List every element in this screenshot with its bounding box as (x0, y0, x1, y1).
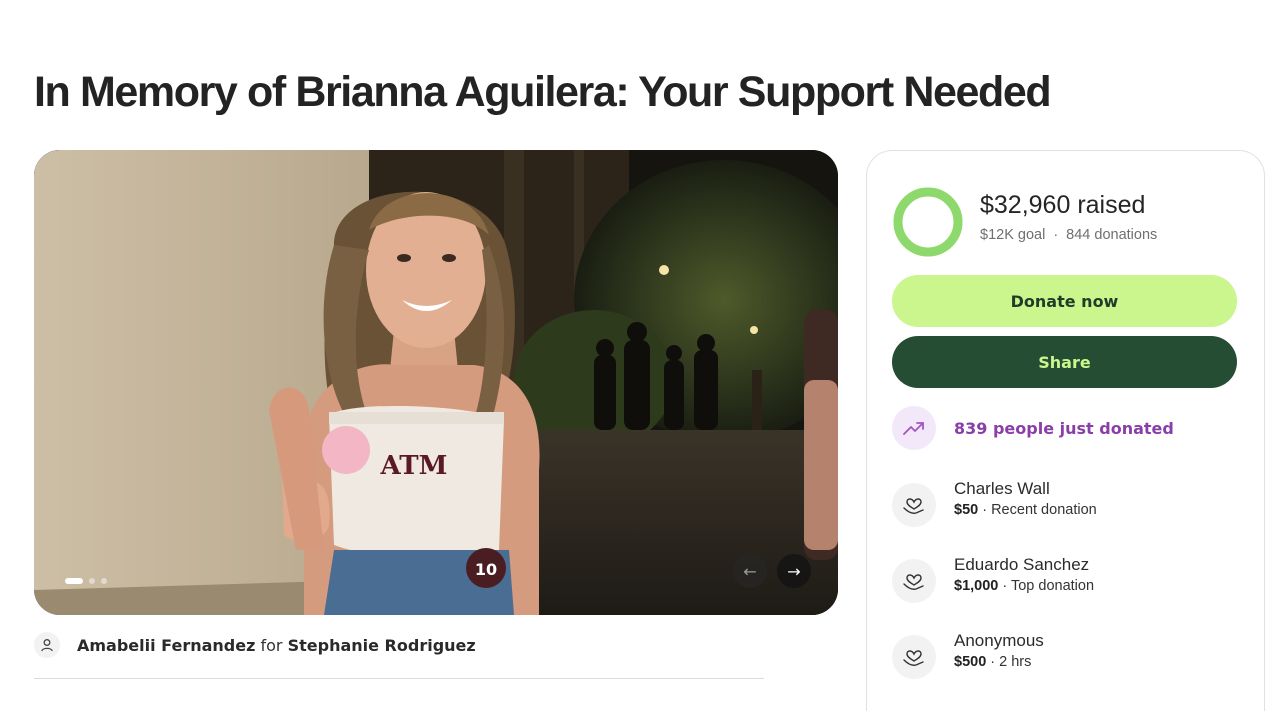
donor-amount: $1,000 (954, 578, 999, 594)
svg-text:10: 10 (475, 560, 497, 579)
beneficiary-name[interactable]: Stephanie Rodriguez (288, 636, 476, 655)
donor-amount: $500 (954, 654, 987, 670)
donation-card: $32,960 raised $12K goal · 844 donations D… (866, 150, 1265, 711)
organizer-row: Amabelii Fernandez for Stephanie Rodrigu… (34, 632, 764, 679)
donor-name: Eduardo Sanchez (954, 555, 1090, 574)
next-slide-button[interactable]: → (777, 554, 811, 588)
previous-slide-button[interactable]: ← (733, 554, 767, 588)
arrow-right-icon: → (787, 561, 801, 581)
arrow-left-icon: ← (743, 561, 757, 581)
goal-summary: $12K goal · 844 donations (980, 227, 1157, 243)
carousel-dot[interactable] (65, 578, 83, 584)
donor-detail: $50 · Recent donation (954, 502, 1097, 518)
donor-note: · Top donation (998, 578, 1095, 594)
carousel-indicators[interactable] (65, 578, 107, 584)
donor-detail: $500 · 2 hrs (954, 654, 1044, 670)
donor-detail: $1,000 · Top donation (954, 578, 1094, 594)
donor-name: Charles Wall (954, 479, 1050, 498)
carousel-dot[interactable] (89, 578, 95, 584)
organizer-name[interactable]: Amabelii Fernandez (77, 636, 255, 655)
amount-raised: $32,960 raised (980, 191, 1146, 219)
hero-photo-carousel[interactable]: ATM 10 ← → (34, 150, 838, 615)
donor-item: Charles Wall $50 · Recent donation (892, 479, 1097, 527)
goal-amount: $12K goal (980, 227, 1046, 243)
donor-name: Anonymous (954, 631, 1044, 650)
carousel-dot[interactable] (101, 578, 107, 584)
progress-ring (893, 187, 963, 257)
svg-text:ATM: ATM (380, 451, 448, 481)
page-title: In Memory of Brianna Aguilera: Your Supp… (34, 68, 1052, 116)
campaign-photo[interactable]: ATM 10 (34, 150, 838, 615)
recent-donations-count[interactable]: 839 people just donated (954, 419, 1174, 438)
heart-hand-icon (892, 483, 936, 527)
donor-item: Eduardo Sanchez $1,000 · Top donation (892, 555, 1094, 603)
donor-item: Anonymous $500 · 2 hrs (892, 631, 1044, 679)
meta-separator: · (1053, 227, 1059, 243)
organizer-connector: for (260, 636, 283, 655)
donor-note: · Recent donation (978, 502, 1097, 518)
heart-hand-icon (892, 635, 936, 679)
donate-now-button[interactable]: Donate now (892, 275, 1237, 327)
trending-up-icon (892, 406, 936, 450)
share-button[interactable]: Share (892, 336, 1237, 388)
organizer-text: Amabelii Fernandez for Stephanie Rodrigu… (77, 636, 476, 655)
donor-amount: $50 (954, 502, 979, 518)
donor-note: · 2 hrs (986, 654, 1032, 670)
recent-activity: 839 people just donated (892, 406, 1174, 450)
donation-count: 844 donations (1066, 227, 1158, 243)
person-icon (34, 632, 60, 658)
heart-hand-icon (892, 559, 936, 603)
